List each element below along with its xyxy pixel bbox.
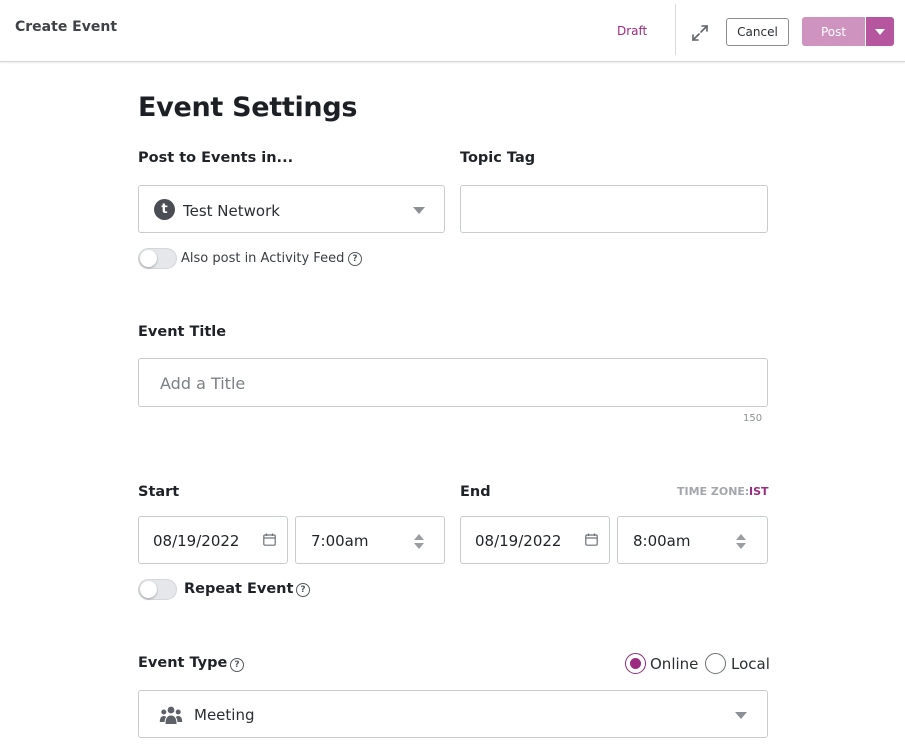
group-icon <box>159 706 183 724</box>
repeat-event-toggle[interactable] <box>138 579 177 600</box>
chevron-down-icon <box>875 28 885 35</box>
draft-status: Draft <box>617 24 648 38</box>
end-time-value: 8:00am <box>633 532 691 550</box>
event-category-value: Meeting <box>194 706 255 724</box>
online-label: Online <box>650 655 699 673</box>
start-date-value: 08/19/2022 <box>153 532 240 550</box>
event-category-select[interactable]: Meeting <box>138 690 768 738</box>
start-time-value: 7:00am <box>311 532 369 550</box>
post-to-label: Post to Events in... <box>138 150 294 166</box>
divider <box>675 4 676 55</box>
network-value: Test Network <box>183 202 280 220</box>
page-header-title: Create Event <box>15 19 118 35</box>
start-time-select[interactable]: 7:00am <box>295 516 445 564</box>
network-select[interactable]: t Test Network <box>138 185 445 233</box>
event-title-input[interactable]: Add a Title <box>138 358 768 407</box>
event-type-label: Event Type <box>138 655 228 671</box>
post-button[interactable]: Post <box>802 17 865 46</box>
end-date-input[interactable]: 08/19/2022 <box>460 516 610 564</box>
sort-arrows-icon <box>414 534 424 550</box>
start-label: Start <box>138 484 180 500</box>
local-radio[interactable] <box>705 653 726 674</box>
activity-feed-toggle[interactable] <box>138 248 177 269</box>
repeat-event-label: Repeat Event <box>184 581 294 597</box>
network-avatar: t <box>154 199 175 220</box>
online-radio[interactable] <box>625 653 646 674</box>
end-label: End <box>460 484 491 500</box>
topic-tag-input[interactable] <box>460 185 768 233</box>
sort-arrows-icon <box>736 534 746 550</box>
end-time-select[interactable]: 8:00am <box>617 516 768 564</box>
chevron-down-icon <box>735 712 747 719</box>
help-icon[interactable]: ? <box>348 252 362 266</box>
end-date-value: 08/19/2022 <box>475 532 562 550</box>
activity-feed-label: Also post in Activity Feed <box>181 251 345 266</box>
local-label: Local <box>731 655 770 673</box>
timezone-value[interactable]: IST <box>749 485 769 498</box>
page-title: Event Settings <box>138 92 358 123</box>
top-bar: Create Event Draft Cancel Post <box>0 0 905 62</box>
event-title-placeholder: Add a Title <box>160 374 246 393</box>
timezone-label: TIME ZONE: <box>677 485 750 498</box>
chevron-down-icon <box>413 207 425 214</box>
start-date-input[interactable]: 08/19/2022 <box>138 516 288 564</box>
cancel-button[interactable]: Cancel <box>726 18 789 46</box>
help-icon[interactable]: ? <box>230 658 244 672</box>
post-options-button[interactable] <box>866 17 894 46</box>
event-title-label: Event Title <box>138 324 227 340</box>
calendar-icon <box>585 533 598 546</box>
expand-icon[interactable] <box>689 22 711 44</box>
char-counter: 150 <box>743 413 763 424</box>
help-icon[interactable]: ? <box>296 583 310 597</box>
topic-tag-label: Topic Tag <box>460 150 536 166</box>
calendar-icon <box>263 533 276 546</box>
